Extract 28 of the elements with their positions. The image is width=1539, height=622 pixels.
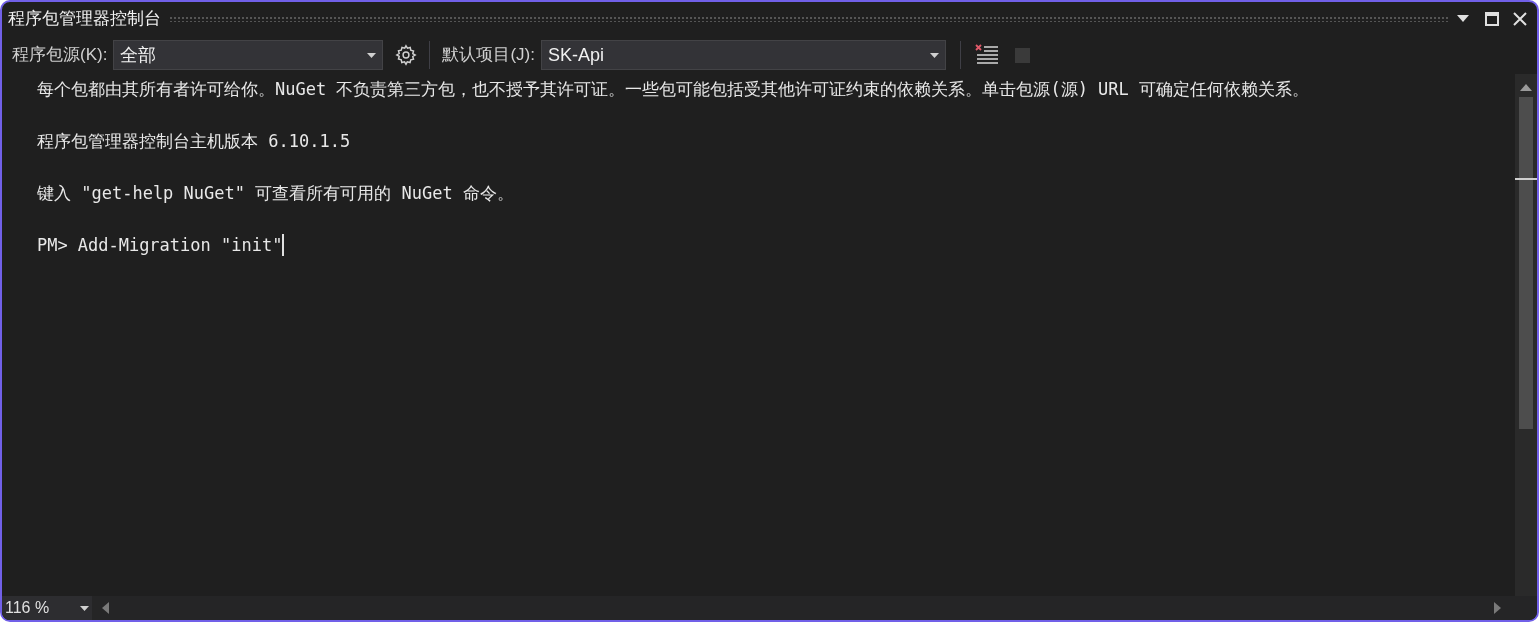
caret-icon: [367, 52, 377, 58]
source-dropdown[interactable]: 全部: [113, 40, 384, 70]
project-label: 默认项目(J):: [442, 44, 535, 67]
maximize-icon[interactable]: [1485, 12, 1499, 26]
scroll-right-icon[interactable]: [1494, 602, 1501, 614]
caret-icon: [80, 605, 89, 611]
settings-icon[interactable]: [395, 44, 418, 66]
scroll-up-icon[interactable]: [1520, 84, 1532, 91]
close-icon[interactable]: [1513, 12, 1527, 26]
source-label: 程序包源(K):: [12, 44, 108, 67]
prompt-symbol: PM>: [37, 234, 68, 257]
zoom-dropdown[interactable]: 116 %: [2, 596, 92, 620]
console-line: 程序包管理器控制台主机版本 6.10.1.5: [37, 130, 352, 153]
combo-value: 全部: [120, 43, 157, 67]
project-dropdown[interactable]: SK-Api: [540, 40, 946, 70]
text-cursor: [282, 234, 285, 256]
console-line: 每个包都由其所有者许可给你。NuGet 不负责第三方包，也不授予其许可证。一些包可能包括受其他许可证约束的依赖关系。单击包源(源) URL 可确定任何依赖关系。: [37, 78, 1311, 101]
zoom-value: 116 %: [5, 598, 50, 618]
combo-value: SK-Api: [547, 43, 604, 67]
caret-icon: [929, 52, 939, 58]
clear-console-icon[interactable]: [974, 44, 999, 66]
command-input[interactable]: Add-Migration "init": [77, 232, 283, 258]
console-line: 键入 "get-help NuGet" 可查看所有可用的 NuGet 命令。: [37, 182, 515, 205]
scroll-left-icon[interactable]: [102, 602, 109, 614]
scroll-thumb[interactable]: [1519, 97, 1533, 429]
vertical-scrollbar[interactable]: [1515, 74, 1537, 596]
dropdown-icon[interactable]: [1457, 15, 1469, 23]
window-title: 程序包管理器控制台: [8, 8, 161, 31]
